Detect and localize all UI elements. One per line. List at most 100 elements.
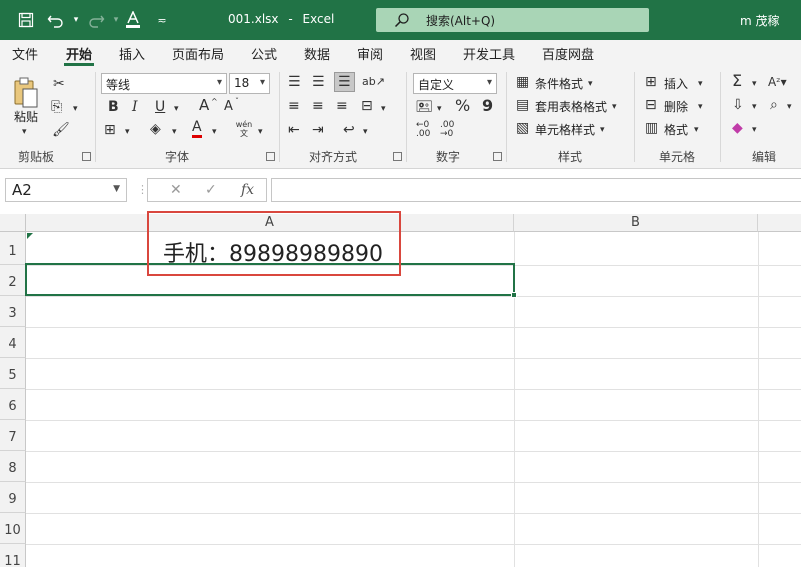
decrease-decimal-icon[interactable]: .00 →0	[440, 121, 454, 139]
underline-button[interactable]: U	[155, 99, 165, 115]
format-cells-button[interactable]: 格式	[664, 121, 688, 138]
row-header-6[interactable]: 6	[0, 389, 26, 420]
autosum-dropdown-icon[interactable]: ▾	[752, 76, 757, 92]
format-as-table-button[interactable]: 套用表格格式	[535, 98, 607, 115]
tab-data[interactable]: 数据	[304, 44, 330, 63]
delete-cells-icon[interactable]: ⊟	[645, 97, 657, 113]
accounting-format-icon[interactable]: 🖭	[416, 99, 432, 115]
alignment-launcher-icon[interactable]	[393, 152, 402, 161]
row-header-4[interactable]: 4	[0, 327, 26, 358]
fill-icon[interactable]: ⇩	[732, 97, 744, 113]
chevron-down-icon[interactable]: ▾	[588, 76, 593, 92]
decrease-indent-icon[interactable]: ⇤	[288, 122, 300, 138]
tab-insert[interactable]: 插入	[119, 44, 145, 63]
tab-developer[interactable]: 开发工具	[463, 44, 515, 63]
insert-function-icon[interactable]: fx	[241, 182, 254, 198]
font-color-button[interactable]: A	[192, 120, 202, 138]
number-launcher-icon[interactable]	[493, 152, 502, 161]
grow-font-button[interactable]: A	[199, 97, 209, 113]
cell-styles-button[interactable]: 单元格样式	[535, 121, 595, 138]
cell-styles-icon[interactable]: ▧	[516, 120, 529, 136]
row-header-5[interactable]: 5	[0, 358, 26, 389]
align-center-icon[interactable]: ≡	[312, 98, 324, 114]
enter-icon[interactable]: ✓	[205, 182, 217, 198]
italic-button[interactable]: I	[132, 99, 138, 115]
user-account[interactable]: m 茂稼	[740, 12, 780, 29]
autosum-icon[interactable]: Σ	[732, 73, 742, 89]
chevron-down-icon[interactable]: ▾	[698, 76, 703, 92]
row-header-8[interactable]: 8	[0, 451, 26, 482]
sort-filter-icon[interactable]: Aᶻ▾	[768, 74, 787, 90]
row-header-7[interactable]: 7	[0, 420, 26, 451]
paste-dropdown-icon[interactable]: ▾	[22, 124, 27, 140]
cancel-icon[interactable]: ✕	[170, 182, 182, 198]
tab-formulas[interactable]: 公式	[251, 44, 277, 63]
shrink-font-button[interactable]: A	[224, 99, 233, 115]
column-header-b[interactable]: B	[514, 214, 758, 232]
chevron-down-icon[interactable]: ▾	[694, 122, 699, 138]
delete-cells-button[interactable]: 删除	[664, 98, 688, 115]
column-header-c[interactable]	[758, 214, 801, 232]
insert-cells-icon[interactable]: ⊞	[645, 74, 657, 90]
bold-button[interactable]: B	[108, 99, 119, 115]
tab-review[interactable]: 审阅	[357, 44, 383, 63]
fill-dropdown-icon[interactable]: ▾	[752, 99, 757, 115]
find-dropdown-icon[interactable]: ▾	[787, 99, 792, 115]
clear-icon[interactable]: ◆	[732, 120, 743, 136]
align-left-icon[interactable]: ≡	[288, 98, 300, 114]
name-box[interactable]: A2 ▼	[5, 178, 127, 202]
font-color-quick-icon[interactable]	[121, 8, 145, 32]
orientation-icon[interactable]: ab↗	[362, 74, 385, 90]
customize-toolbar-icon[interactable]: ≂	[150, 8, 174, 32]
increase-indent-icon[interactable]: ⇥	[312, 122, 324, 138]
row-header-2[interactable]: 2	[0, 265, 26, 296]
font-color-dropdown-icon[interactable]: ▾	[212, 124, 217, 140]
font-launcher-icon[interactable]	[266, 152, 275, 161]
number-format-select[interactable]: 自定义 ▾	[413, 73, 497, 94]
search-box[interactable]: 搜索(Alt+Q)	[376, 8, 649, 32]
chevron-down-icon[interactable]: ▾	[698, 99, 703, 115]
tab-file[interactable]: 文件	[12, 44, 38, 63]
merge-center-icon[interactable]: ⊟	[361, 98, 373, 114]
row-header-1[interactable]: 1	[0, 232, 26, 265]
align-bottom-icon[interactable]: ☰	[334, 72, 355, 92]
format-as-table-icon[interactable]: ▤	[516, 97, 529, 113]
select-all-button[interactable]	[0, 214, 26, 232]
borders-dropdown-icon[interactable]: ▾	[125, 124, 130, 140]
borders-icon[interactable]: ⊞	[104, 122, 116, 138]
chevron-down-icon[interactable]: ▾	[612, 99, 617, 115]
tab-page-layout[interactable]: 页面布局	[172, 44, 224, 63]
format-painter-icon[interactable]: 🖌	[52, 122, 70, 138]
align-middle-icon[interactable]: ☰	[312, 74, 325, 90]
row-header-9[interactable]: 9	[0, 482, 26, 513]
font-size-select[interactable]: 18 ▾	[229, 73, 270, 94]
merge-dropdown-icon[interactable]: ▾	[381, 101, 386, 117]
accounting-dropdown-icon[interactable]: ▾	[437, 101, 442, 117]
phonetic-guide-icon[interactable]: wén 文	[235, 120, 253, 138]
row-header-11[interactable]: 11	[0, 544, 26, 567]
row-header-10[interactable]: 10	[0, 513, 26, 544]
wrap-dropdown-icon[interactable]: ▾	[363, 124, 368, 140]
paste-label[interactable]: 粘贴	[14, 108, 38, 125]
align-top-icon[interactable]: ☰	[288, 74, 301, 90]
align-right-icon[interactable]: ≡	[336, 98, 348, 114]
clipboard-launcher-icon[interactable]	[82, 152, 91, 161]
formula-input[interactable]	[271, 178, 801, 202]
increase-decimal-icon[interactable]: ←0.00	[416, 121, 430, 139]
row-header-3[interactable]: 3	[0, 296, 26, 327]
font-name-select[interactable]: 等线 ▾	[101, 73, 227, 94]
phonetic-dropdown-icon[interactable]: ▾	[258, 124, 263, 140]
copy-icon[interactable]: ⎘	[51, 99, 62, 115]
insert-cells-button[interactable]: 插入	[664, 75, 688, 92]
find-select-icon[interactable]: ⌕	[770, 97, 778, 113]
tab-baidu-netdisk[interactable]: 百度网盘	[542, 44, 594, 63]
cut-icon[interactable]: ✂	[53, 76, 65, 92]
chevron-down-icon[interactable]: ▾	[600, 122, 605, 138]
copy-dropdown-icon[interactable]: ▾	[73, 101, 78, 117]
fill-color-dropdown-icon[interactable]: ▾	[172, 124, 177, 140]
wrap-text-icon[interactable]: ↩	[343, 122, 355, 138]
clear-dropdown-icon[interactable]: ▾	[752, 122, 757, 138]
underline-dropdown-icon[interactable]: ▾	[174, 101, 179, 117]
conditional-format-button[interactable]: 条件格式	[535, 75, 583, 92]
percent-button[interactable]: %	[455, 98, 470, 114]
